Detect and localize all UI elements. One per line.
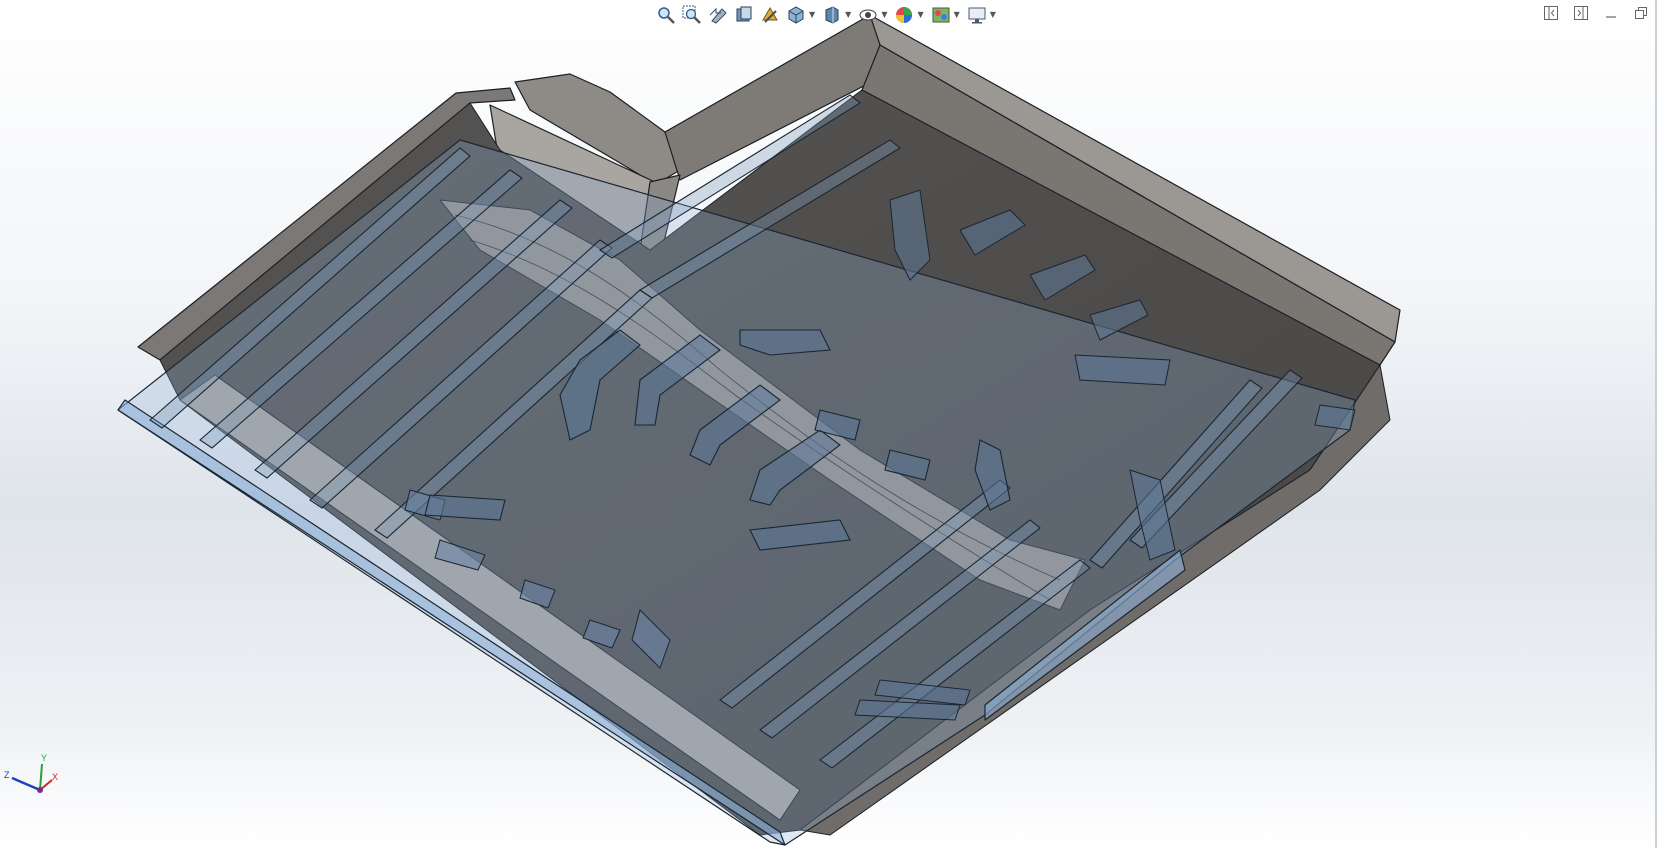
edit-appearance-dropdown-caret[interactable]: ▼ bbox=[917, 4, 923, 26]
restore-button[interactable] bbox=[1631, 3, 1651, 23]
hide-show-items-dropdown-caret[interactable]: ▼ bbox=[881, 4, 887, 26]
dynamic-annotation-views-button[interactable] bbox=[759, 4, 781, 26]
minimize-button[interactable] bbox=[1601, 3, 1621, 23]
window-controls bbox=[1541, 3, 1651, 23]
previous-view-icon bbox=[709, 7, 727, 24]
zoom-to-area-icon bbox=[682, 5, 701, 24]
section-view-button[interactable] bbox=[733, 4, 755, 26]
y-axis-line bbox=[39, 763, 43, 791]
edit-appearance-button[interactable] bbox=[893, 4, 915, 26]
3d-model-view[interactable] bbox=[0, 0, 1657, 848]
display-style-button[interactable] bbox=[821, 4, 843, 26]
tile-left-icon bbox=[1544, 6, 1558, 20]
view-orientation-button[interactable] bbox=[785, 4, 807, 26]
previous-view-button[interactable] bbox=[707, 4, 729, 26]
y-axis-label: Y bbox=[41, 753, 47, 763]
zoom-to-area-button[interactable] bbox=[681, 4, 703, 26]
z-axis-line bbox=[11, 776, 41, 792]
tile-right-button[interactable] bbox=[1571, 3, 1591, 23]
triad-origin bbox=[37, 787, 43, 793]
hide-show-items-icon bbox=[859, 9, 877, 21]
display-style-dropdown-caret[interactable]: ▼ bbox=[845, 4, 851, 26]
view-orientation-icon bbox=[788, 6, 804, 24]
display-style-icon bbox=[825, 6, 839, 24]
tile-left-button[interactable] bbox=[1541, 3, 1561, 23]
view-settings-button[interactable] bbox=[966, 4, 988, 26]
edit-appearance-icon bbox=[896, 7, 913, 23]
apply-scene-dropdown-caret[interactable]: ▼ bbox=[954, 4, 960, 26]
view-settings-icon bbox=[968, 7, 986, 24]
restore-icon bbox=[1635, 7, 1647, 19]
view-settings-dropdown-caret[interactable]: ▼ bbox=[990, 4, 996, 26]
section-view-icon bbox=[736, 6, 752, 22]
apply-scene-icon bbox=[932, 7, 950, 23]
zoom-to-fit-button[interactable] bbox=[655, 4, 677, 26]
tile-right-icon bbox=[1574, 6, 1588, 20]
zoom-to-fit-icon bbox=[658, 7, 675, 24]
reference-triad[interactable]: Y X Z bbox=[2, 752, 60, 798]
view-orientation-dropdown-caret[interactable]: ▼ bbox=[809, 4, 815, 26]
graphics-viewport[interactable]: ▼ ▼ ▼ ▼ ▼ ▼ Y X Z bbox=[0, 0, 1657, 848]
heads-up-view-toolbar: ▼ ▼ ▼ ▼ ▼ ▼ bbox=[655, 2, 998, 28]
apply-scene-button[interactable] bbox=[930, 4, 952, 26]
hide-show-items-button[interactable] bbox=[857, 4, 879, 26]
x-axis-label: X bbox=[52, 772, 58, 782]
dynamic-annotation-views-icon bbox=[762, 7, 778, 23]
z-axis-label: Z bbox=[4, 770, 10, 780]
minimize-icon bbox=[1606, 16, 1616, 18]
